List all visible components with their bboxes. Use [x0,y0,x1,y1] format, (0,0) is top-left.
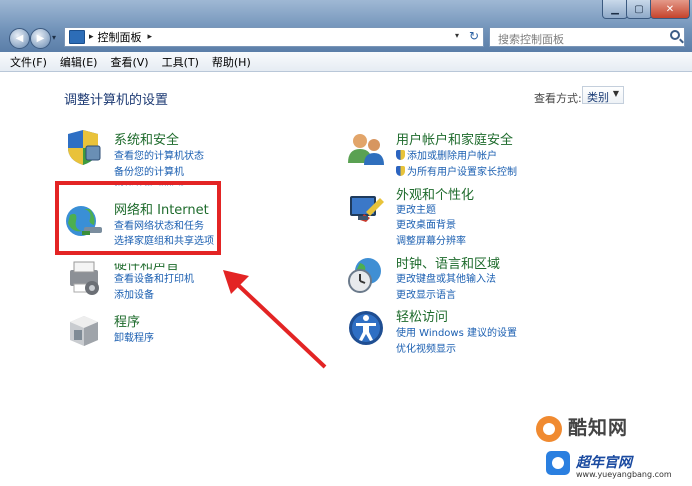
search-input[interactable]: 搜索控制面板 [489,27,685,47]
watermark-site-logo-icon [546,451,570,475]
link-backup-computer[interactable]: 备份您的计算机 [114,163,184,178]
link-parental-controls-label: 为所有用户设置家长控制 [407,167,517,178]
appearance-monitor-icon[interactable] [346,190,386,230]
menu-edit[interactable]: 编辑(E) [60,54,98,70]
category-system-security[interactable]: 系统和安全 [114,129,179,148]
watermark-logo-icon [536,416,562,442]
link-add-remove-users-label: 添加或删除用户帐户 [407,151,497,162]
menu-help[interactable]: 帮助(H) [212,54,251,70]
menu-tools[interactable]: 工具(T) [162,54,199,70]
control-panel-icon [69,30,85,44]
link-devices-printers[interactable]: 查看设备和打印机 [114,270,194,285]
uac-shield-icon [396,166,405,176]
link-uninstall-program[interactable]: 卸载程序 [114,329,154,344]
refresh-icon[interactable]: ↻ [469,29,479,43]
watermark-brand: 酷知网 [568,417,629,439]
user-accounts-icon[interactable] [346,129,386,169]
view-by-select[interactable]: 类别 ▼ [582,86,624,104]
view-by-value: 类别 [587,91,609,104]
watermark-site: 超年官网 [576,455,632,471]
address-bar[interactable]: ▸ 控制面板 ▸ ▾ ↻ [64,27,484,47]
link-display-language[interactable]: 更改显示语言 [396,286,456,301]
breadcrumb-chevron-icon[interactable]: ▸ [89,32,94,42]
printer-icon[interactable] [64,258,104,298]
link-parental-controls[interactable]: 为所有用户设置家长控制 [396,163,517,178]
forward-button[interactable]: ▶ [30,28,51,49]
search-icon[interactable] [670,30,680,40]
page-title: 调整计算机的设置 [64,93,169,108]
programs-box-icon[interactable] [64,310,104,350]
link-view-computer-status[interactable]: 查看您的计算机状态 [114,147,204,162]
address-dropdown-icon[interactable]: ▾ [455,31,459,40]
breadcrumb-control-panel[interactable]: 控制面板 [98,29,142,45]
highlight-box [55,181,221,255]
link-add-remove-users[interactable]: 添加或删除用户帐户 [396,147,497,162]
link-windows-recommended[interactable]: 使用 Windows 建议的设置 [396,324,517,339]
maximize-button[interactable]: ▢ [626,0,652,19]
watermark-url: www.yueyangbang.com [576,470,672,479]
menu-file[interactable]: 文件(F) [10,54,47,70]
link-add-device[interactable]: 添加设备 [114,286,154,301]
clock-globe-icon[interactable] [346,255,386,295]
link-optimize-display[interactable]: 优化视频显示 [396,340,456,355]
menu-view[interactable]: 查看(V) [110,54,148,70]
menu-bar: 文件(F) 编辑(E) 查看(V) 工具(T) 帮助(H) [0,52,692,72]
recent-pages-dropdown[interactable]: ▾ [52,33,56,42]
search-placeholder: 搜索控制面板 [498,33,564,46]
link-change-background[interactable]: 更改桌面背景 [396,216,456,231]
breadcrumb-chevron-icon[interactable]: ▸ [148,32,153,42]
back-button[interactable]: ◀ [9,28,30,49]
view-by-label: 查看方式: [534,92,582,105]
chevron-down-icon: ▼ [612,89,619,98]
link-screen-resolution[interactable]: 调整屏幕分辨率 [396,232,466,247]
shield-icon[interactable] [64,128,102,166]
link-change-theme[interactable]: 更改主题 [396,201,436,216]
annotation-arrow-icon [223,270,327,369]
minimize-button[interactable]: ▁ [602,0,628,19]
uac-shield-icon [396,150,405,160]
category-user-accounts[interactable]: 用户帐户和家庭安全 [396,129,513,148]
category-ease-of-access[interactable]: 轻松访问 [396,306,448,325]
ease-of-access-icon[interactable] [346,308,386,348]
close-button[interactable]: ✕ [650,0,690,19]
category-programs[interactable]: 程序 [114,311,140,330]
link-change-keyboard[interactable]: 更改键盘或其他输入法 [396,270,496,285]
